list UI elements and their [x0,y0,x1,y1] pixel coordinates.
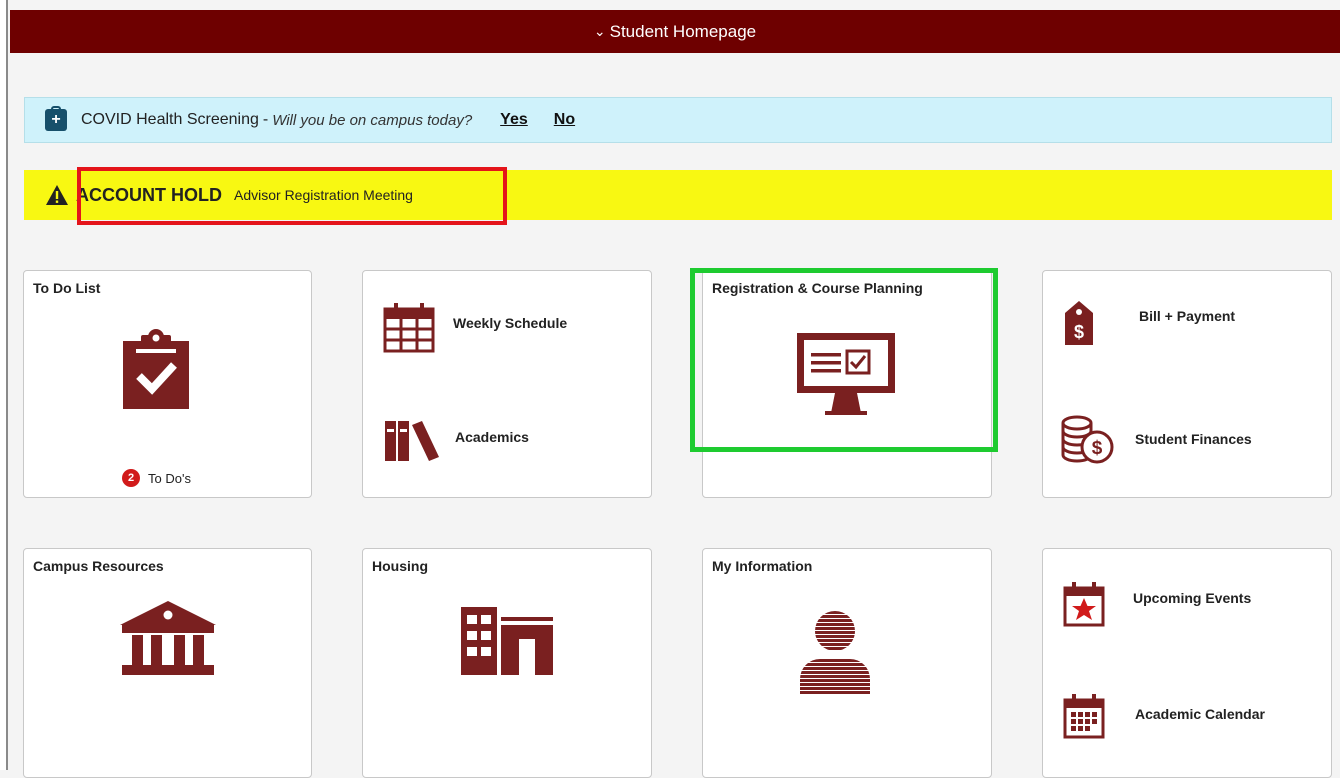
person-icon [800,611,870,695]
to-do-count[interactable]: 2 To Do's [122,469,191,487]
covid-no-link[interactable]: No [554,111,575,129]
tile-my-information[interactable]: My Information [702,548,992,778]
apartment-building-icon [461,607,553,675]
upcoming-events-link[interactable]: Upcoming Events [1063,581,1251,627]
svg-text:$: $ [1074,322,1084,342]
left-scrollbar-edge [0,0,8,770]
bill-payment-link[interactable]: $ Bill + Payment [1065,301,1235,345]
account-hold-banner[interactable]: ACCOUNT HOLD Advisor Registration Meetin… [24,170,1332,220]
student-finances-link[interactable]: $ Student Finances [1061,415,1252,465]
tile-finance: $ Bill + Payment $ Student Finances [1042,270,1332,498]
tile-campus-resources[interactable]: Campus Resources [23,548,312,778]
calendar-icon [383,303,435,353]
tile-title: Campus Resources [33,558,164,574]
tile-to-do-list[interactable]: To Do List 2 To Do's [23,270,312,498]
covid-yes-link[interactable]: Yes [500,111,528,129]
academics-label: Academics [455,429,529,445]
page-header[interactable]: ⌄ Student Homepage [10,10,1340,53]
academic-calendar-link[interactable]: Academic Calendar [1063,693,1265,739]
to-do-badge: 2 [122,469,140,487]
coins-icon: $ [1061,415,1114,464]
tile-title: To Do List [33,280,101,296]
covid-title: COVID Health Screening [81,111,259,128]
covid-separator: - [262,111,269,128]
weekly-schedule-label: Weekly Schedule [453,315,568,331]
tile-title: Housing [372,558,428,574]
account-hold-detail: Advisor Registration Meeting [234,187,413,203]
svg-text:$: $ [1092,438,1103,459]
warning-icon [46,185,68,205]
tile-events-calendar: Upcoming Events Academic Calendar [1042,548,1332,778]
calendar-star-icon [1063,582,1105,627]
tile-title: My Information [712,558,813,574]
medical-kit-icon: + [45,106,67,131]
clipboard-check-icon [123,329,189,409]
covid-question: Will you be on campus today? [272,111,473,129]
covid-screening-banner: + COVID Health Screening - Will you be o… [24,97,1332,143]
price-tag-icon: $ [1065,301,1093,345]
tile-registration-course-planning[interactable]: Registration & Course Planning [702,270,992,498]
account-hold-title: ACCOUNT HOLD [76,184,222,205]
books-icon [385,421,439,461]
tile-schedule-academics: Weekly Schedule Academics [362,270,652,498]
page-title: Student Homepage [609,21,757,41]
academic-calendar-label: Academic Calendar [1135,706,1265,722]
student-finances-label: Student Finances [1135,431,1252,447]
monitor-checklist-icon [797,333,895,415]
to-do-label: To Do's [148,470,191,486]
bill-payment-label: Bill + Payment [1139,308,1236,324]
academics-link[interactable]: Academics [385,419,529,461]
calendar-grid-icon [1063,694,1105,739]
tile-title: Registration & Course Planning [712,280,923,296]
weekly-schedule-link[interactable]: Weekly Schedule [383,301,567,353]
tile-housing[interactable]: Housing [362,548,652,778]
building-columns-icon [120,601,216,675]
upcoming-events-label: Upcoming Events [1133,590,1252,606]
chevron-down-icon[interactable]: ⌄ [594,23,606,40]
